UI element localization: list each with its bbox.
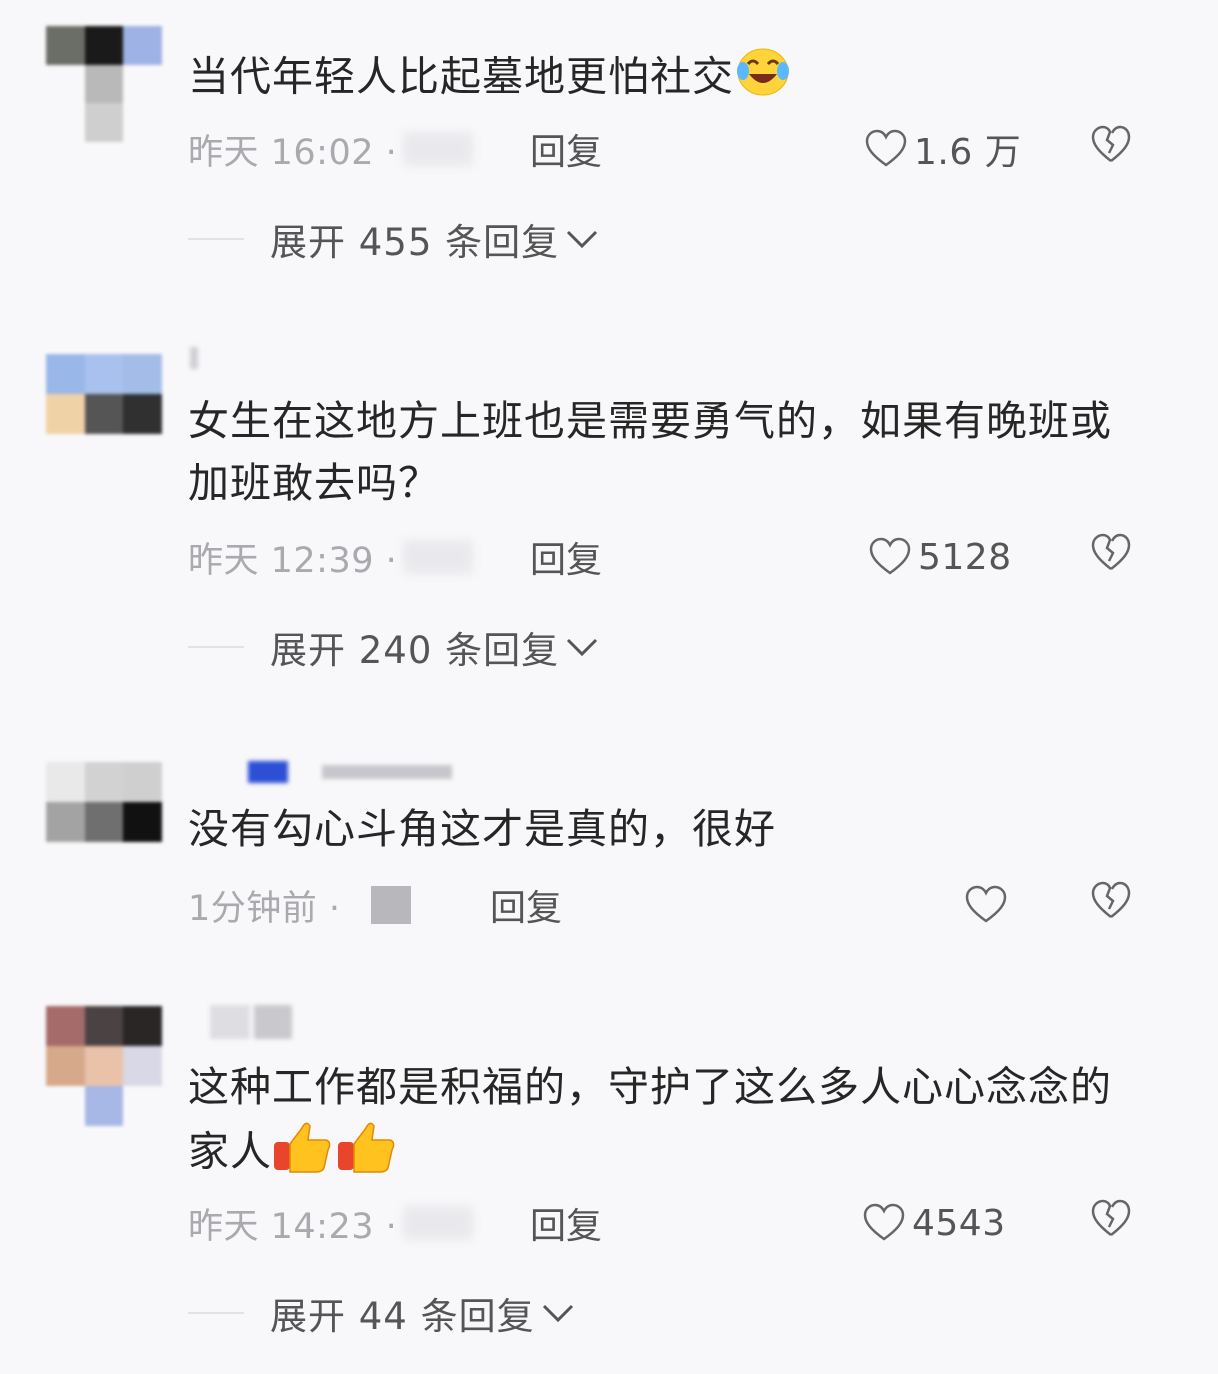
like-button[interactable]: 4543 <box>862 1203 1006 1244</box>
location-blurred <box>403 1206 474 1240</box>
username-blurred <box>190 346 198 370</box>
comment-meta: 昨天 16:02 · 回复 1.6 万 <box>188 124 1218 174</box>
chevron-down-icon <box>567 230 598 249</box>
avatar[interactable] <box>46 1006 162 1126</box>
reply-button[interactable]: 回复 <box>530 531 602 583</box>
heart-icon <box>965 885 1007 923</box>
comment-meta: 昨天 12:39 · 回复 5128 <box>188 532 1218 582</box>
location-blurred <box>370 886 411 924</box>
expand-replies[interactable]: 展开 44 条回复 <box>188 1288 575 1338</box>
heart-icon <box>865 129 907 167</box>
broken-heart-icon <box>1091 125 1131 162</box>
comment-time: 昨天 12:39 · <box>188 540 398 581</box>
divider <box>188 646 244 648</box>
like-button[interactable]: 1.6 万 <box>864 123 1021 175</box>
dislike-button[interactable] <box>1090 881 1132 930</box>
reply-button[interactable]: 回复 <box>530 123 602 175</box>
location-blurred <box>403 132 474 166</box>
username-blurred <box>190 760 452 784</box>
broken-heart-icon <box>1091 881 1131 918</box>
username-blurred <box>190 1005 292 1039</box>
divider <box>188 238 244 240</box>
broken-heart-icon <box>1091 1199 1131 1236</box>
expand-replies[interactable]: 展开 455 条回复 <box>188 214 599 264</box>
chevron-down-icon <box>542 1304 573 1323</box>
comment-text: 没有勾心斗角这才是真的，很好 <box>188 805 776 853</box>
comment-text: 女生在这地方上班也是需要勇气的，如果有晚班或加班敢去吗？ <box>188 397 1112 507</box>
comment-meta: 昨天 14:23 · 回复 4543 <box>188 1198 1218 1248</box>
avatar[interactable] <box>46 762 162 842</box>
dislike-button[interactable] <box>1090 1199 1132 1248</box>
expand-replies[interactable]: 展开 240 条回复 <box>188 622 599 672</box>
comment-text: 当代年轻人比起墓地更怕社交 <box>188 44 1118 115</box>
chevron-down-icon <box>567 638 598 657</box>
comment-time: 昨天 14:23 · <box>188 1206 398 1247</box>
comment-meta: 1分钟前 · 回复 <box>188 880 1218 930</box>
like-count: 1.6 万 <box>914 132 1022 173</box>
heart-icon <box>869 537 911 575</box>
like-count: 5128 <box>918 536 1012 578</box>
reply-button[interactable]: 回复 <box>530 1197 602 1249</box>
like-button[interactable] <box>964 885 1014 925</box>
thumbs-up-emoji <box>272 1118 398 1191</box>
like-button[interactable]: 5128 <box>868 537 1012 578</box>
divider <box>188 1312 244 1314</box>
avatar[interactable] <box>46 354 162 434</box>
avatar[interactable] <box>46 26 162 142</box>
comment-text: 这种工作都是积福的，守护了这么多人心心念念的家人 <box>188 1056 1118 1191</box>
comment-time: 1分钟前 · <box>188 888 341 929</box>
broken-heart-icon <box>1091 533 1131 570</box>
like-count: 4543 <box>912 1202 1006 1244</box>
heart-icon <box>863 1203 905 1241</box>
location-blurred <box>403 540 474 574</box>
comment-time: 昨天 16:02 · <box>188 132 398 173</box>
reply-button[interactable]: 回复 <box>490 879 562 931</box>
dislike-button[interactable] <box>1090 533 1132 582</box>
laugh-cry-emoji <box>734 44 792 115</box>
dislike-button[interactable] <box>1090 125 1132 174</box>
